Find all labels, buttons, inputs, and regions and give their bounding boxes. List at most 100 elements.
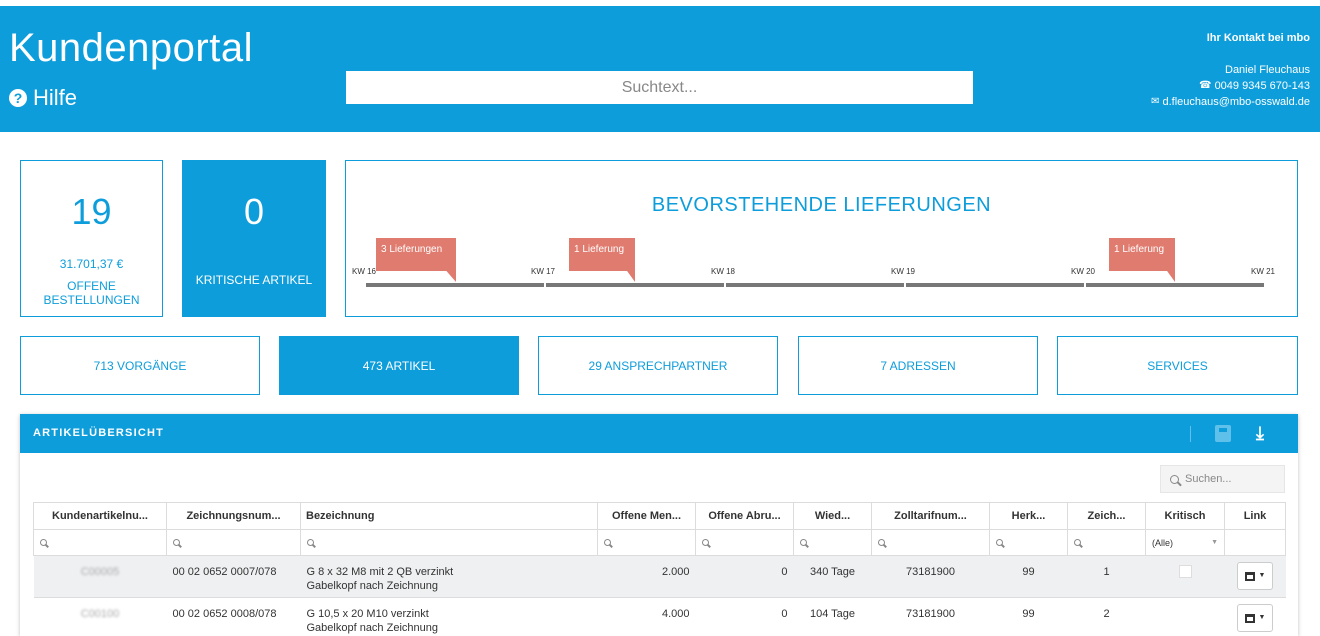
col-header[interactable]: Link: [1224, 502, 1286, 530]
deliveries-title: BEVORSTEHENDE LIEFERUNGEN: [651, 194, 992, 216]
table-search-input[interactable]: Suchen...: [1160, 465, 1285, 493]
col-header[interactable]: Wied...: [793, 502, 872, 530]
timeline-segment: [546, 283, 724, 287]
customer-article-no: C00005: [80, 566, 120, 578]
week-label: KW 17: [531, 267, 556, 276]
week-label: KW 21: [1251, 267, 1276, 276]
filter-row: (Alle) ▼: [33, 529, 1286, 556]
link-dropdown-button[interactable]: ▼: [1237, 562, 1273, 590]
tile-adressen[interactable]: 7 ADRESSEN: [798, 336, 1038, 395]
download-icon[interactable]: ⤓: [1256, 423, 1265, 444]
col-header[interactable]: Offene Men...: [597, 502, 696, 530]
col-header[interactable]: Zolltarifnum...: [871, 502, 990, 530]
column-filter-empty: [1224, 529, 1286, 556]
col-header[interactable]: Kritisch: [1145, 502, 1225, 530]
search-icon: [604, 538, 611, 546]
help-link[interactable]: ? Hilfe: [9, 85, 77, 111]
drawing-no: 00 02 0652 0008/078: [166, 597, 301, 636]
tile-artikel[interactable]: 473 ARTIKEL: [279, 336, 519, 395]
open-qty: 2.000: [597, 555, 696, 598]
column-filter[interactable]: [597, 529, 696, 556]
week-label: KW 18: [711, 267, 736, 276]
search-icon: [1170, 474, 1179, 484]
col-header[interactable]: Herk...: [989, 502, 1068, 530]
description-line: Gabelkopf nach Zeichnung: [306, 622, 438, 634]
link-cell: ▼: [1224, 555, 1286, 598]
column-filter[interactable]: [989, 529, 1068, 556]
week-label: KW 20: [1071, 267, 1096, 276]
contact-phone-text: 0049 9345 670-143: [1214, 80, 1310, 92]
tile-ansprechpartner[interactable]: 29 ANSPRECHPARTNER: [538, 336, 778, 395]
customer-article-no: C00100: [80, 608, 120, 620]
critical-checkbox[interactable]: [1178, 565, 1192, 578]
col-header[interactable]: Zeichnungsnum...: [166, 502, 301, 530]
open-orders-label: OFFENE BESTELLUNGEN: [43, 279, 140, 307]
tile-services[interactable]: SERVICES: [1057, 336, 1298, 395]
search-icon: [996, 538, 1003, 546]
search-icon: [800, 538, 807, 546]
link-cell: ▼: [1224, 597, 1286, 636]
col-header[interactable]: Bezeichnung: [300, 502, 598, 530]
app-title: Kundenportal: [9, 26, 253, 70]
search-icon: [702, 538, 709, 546]
contact-email[interactable]: ✉ d.fleuchaus@mbo-osswald.de: [1151, 94, 1310, 110]
replenishment-time: 104 Tage: [793, 597, 872, 636]
col-header[interactable]: Zeich...: [1067, 502, 1146, 530]
week-label: KW 16: [352, 267, 377, 276]
contact-name-text: Daniel Fleuchaus: [1225, 64, 1310, 76]
panel-title: ARTIKELÜBERSICHT: [33, 427, 165, 439]
column-filter[interactable]: [871, 529, 990, 556]
critical-cell: [1145, 555, 1225, 598]
search-input[interactable]: [346, 71, 973, 104]
column-filter[interactable]: [793, 529, 872, 556]
envelope-icon: ✉: [1151, 96, 1160, 107]
chevron-down-icon: ▼: [1258, 614, 1266, 621]
column-filter[interactable]: [33, 529, 167, 556]
column-filter[interactable]: [300, 529, 598, 556]
critical-items-card[interactable]: 0 KRITISCHE ARTIKEL: [182, 160, 326, 317]
critical-filter-select[interactable]: (Alle) ▼: [1145, 529, 1225, 556]
phone-icon: ☎: [1199, 80, 1212, 91]
table-header-row: Kundenartikelnu... Zeichnungsnum... Beze…: [33, 502, 1286, 530]
search-icon: [307, 538, 314, 546]
table-search-placeholder: Suchen...: [1185, 473, 1232, 485]
calendar-icon: [1244, 571, 1255, 581]
contact-phone[interactable]: ☎ 0049 9345 670-143: [1151, 78, 1310, 94]
col-header[interactable]: Kundenartikelnu...: [33, 502, 167, 530]
filter-all-label: (Alle): [1152, 537, 1174, 548]
description-cell: G 10,5 x 20 M10 verzinkt Gabelkopf nach Z…: [300, 597, 598, 636]
delivery-flag[interactable]: 1 Lieferung: [569, 238, 635, 282]
timeline-segment: [906, 283, 1084, 287]
drawing-no: 00 02 0652 0007/078: [166, 555, 301, 598]
timeline-segment: [366, 283, 544, 287]
description-line: G 10,5 x 20 M10 verzinkt: [306, 608, 429, 620]
customs-tariff-no: 73181900: [871, 597, 990, 636]
column-filter[interactable]: [695, 529, 794, 556]
origin: 99: [989, 597, 1068, 636]
delivery-flag[interactable]: 3 Lieferungen: [376, 238, 456, 282]
column-filter[interactable]: [166, 529, 301, 556]
calendar-icon: [1244, 613, 1255, 623]
contact-email-text: d.fleuchaus@mbo-osswald.de: [1162, 96, 1310, 108]
save-icon[interactable]: [1215, 425, 1231, 442]
search-icon: [878, 538, 885, 546]
question-circle-icon: ?: [9, 89, 27, 107]
tile-vorgaenge[interactable]: 713 VORGÄNGE: [20, 336, 260, 395]
open-orders-card[interactable]: 19 31.701,37 € OFFENE BESTELLUNGEN: [20, 160, 163, 317]
chevron-down-icon: ▼: [1211, 539, 1218, 546]
delivery-flag[interactable]: 1 Lieferung: [1109, 238, 1175, 282]
description-line: Gabelkopf nach Zeichnung: [306, 580, 438, 592]
link-dropdown-button[interactable]: ▼: [1237, 604, 1273, 632]
search-icon: [40, 538, 47, 546]
table-row[interactable]: C00005 00 02 0652 0007/078 G 8 x 32 M8 m…: [33, 555, 1286, 598]
timeline-segment: [1086, 283, 1264, 287]
week-label: KW 19: [891, 267, 916, 276]
replenishment-time: 340 Tage: [793, 555, 872, 598]
contact-name: Daniel Fleuchaus: [1151, 62, 1310, 78]
column-filter[interactable]: [1067, 529, 1146, 556]
open-orders-amount: 31.701,37 €: [59, 257, 124, 271]
upcoming-deliveries-card: BEVORSTEHENDE LIEFERUNGEN KW 16 KW 17 KW…: [345, 160, 1298, 317]
drawing-index: 1: [1067, 555, 1146, 598]
table-row[interactable]: C00100 00 02 0652 0008/078 G 10,5 x 20 M…: [33, 597, 1286, 636]
col-header[interactable]: Offene Abru...: [695, 502, 794, 530]
